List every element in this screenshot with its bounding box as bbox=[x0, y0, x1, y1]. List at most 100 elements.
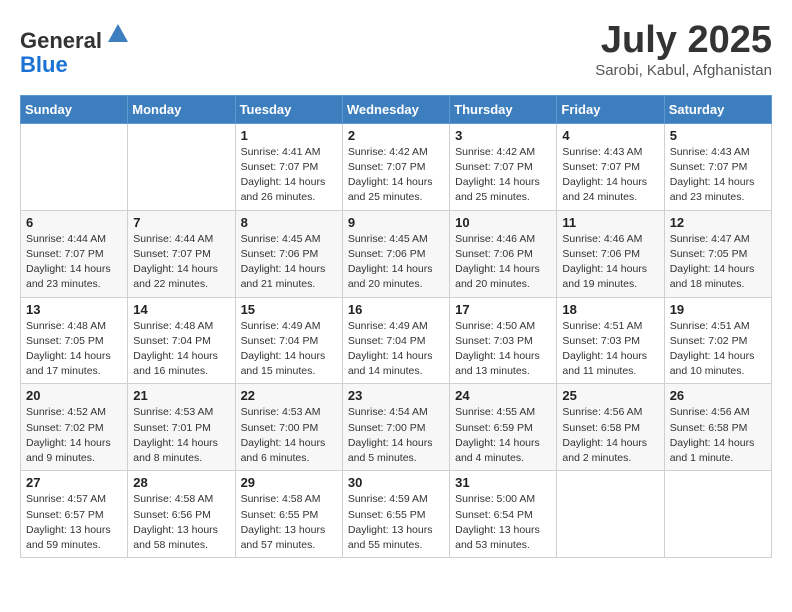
day-detail: Sunrise: 4:58 AMSunset: 6:56 PMDaylight:… bbox=[133, 492, 229, 553]
day-number: 30 bbox=[348, 475, 444, 490]
col-header-tuesday: Tuesday bbox=[235, 95, 342, 123]
calendar-cell: 14 Sunrise: 4:48 AMSunset: 7:04 PMDayligh… bbox=[128, 297, 235, 384]
calendar-cell: 31 Sunrise: 5:00 AMSunset: 6:54 PMDayligh… bbox=[450, 471, 557, 558]
day-detail: Sunrise: 4:43 AMSunset: 7:07 PMDaylight:… bbox=[670, 145, 766, 206]
calendar-cell: 5 Sunrise: 4:43 AMSunset: 7:07 PMDaylight… bbox=[664, 123, 771, 210]
day-number: 5 bbox=[670, 128, 766, 143]
col-header-sunday: Sunday bbox=[21, 95, 128, 123]
day-number: 25 bbox=[562, 388, 658, 403]
calendar-week-row: 1Sunrise: 4:41 AMSunset: 7:07 PMDaylight… bbox=[21, 123, 772, 210]
calendar-cell: 22Sunrise: 4:53 AMSunset: 7:00 PMDayligh… bbox=[235, 384, 342, 471]
calendar-cell: 15 Sunrise: 4:49 AMSunset: 7:04 PMDayligh… bbox=[235, 297, 342, 384]
day-detail: Sunrise: 4:54 AMSunset: 7:00 PMDaylight:… bbox=[348, 405, 444, 466]
day-number: 8 bbox=[241, 215, 337, 230]
logo-icon bbox=[104, 20, 132, 48]
day-detail: Sunrise: 4:45 AMSunset: 7:06 PMDaylight:… bbox=[348, 232, 444, 293]
col-header-wednesday: Wednesday bbox=[342, 95, 449, 123]
day-detail: Sunrise: 4:45 AMSunset: 7:06 PMDaylight:… bbox=[241, 232, 337, 293]
calendar-cell: 2 Sunrise: 4:42 AMSunset: 7:07 PMDaylight… bbox=[342, 123, 449, 210]
col-header-saturday: Saturday bbox=[664, 95, 771, 123]
day-number: 27 bbox=[26, 475, 122, 490]
calendar-week-row: 13 Sunrise: 4:48 AMSunset: 7:05 PMDayligh… bbox=[21, 297, 772, 384]
month-title: July 2025 bbox=[595, 20, 772, 62]
day-number: 24 bbox=[455, 388, 551, 403]
day-number: 21 bbox=[133, 388, 229, 403]
day-detail: Sunrise: 5:00 AMSunset: 6:54 PMDaylight:… bbox=[455, 492, 551, 553]
calendar-cell: 16 Sunrise: 4:49 AMSunset: 7:04 PMDayligh… bbox=[342, 297, 449, 384]
calendar-cell bbox=[664, 471, 771, 558]
calendar-header-row: SundayMondayTuesdayWednesdayThursdayFrid… bbox=[21, 95, 772, 123]
day-number: 23 bbox=[348, 388, 444, 403]
day-detail: Sunrise: 4:44 AMSunset: 7:07 PMDaylight:… bbox=[133, 232, 229, 293]
calendar-table: SundayMondayTuesdayWednesdayThursdayFrid… bbox=[20, 95, 772, 558]
col-header-monday: Monday bbox=[128, 95, 235, 123]
calendar-cell: 6 Sunrise: 4:44 AMSunset: 7:07 PMDaylight… bbox=[21, 210, 128, 297]
calendar-cell: 28 Sunrise: 4:58 AMSunset: 6:56 PMDayligh… bbox=[128, 471, 235, 558]
col-header-friday: Friday bbox=[557, 95, 664, 123]
calendar-week-row: 20 Sunrise: 4:52 AMSunset: 7:02 PMDayligh… bbox=[21, 384, 772, 471]
calendar-cell: 26 Sunrise: 4:56 AMSunset: 6:58 PMDayligh… bbox=[664, 384, 771, 471]
day-detail: Sunrise: 4:49 AMSunset: 7:04 PMDaylight:… bbox=[241, 319, 337, 380]
calendar-cell: 13 Sunrise: 4:48 AMSunset: 7:05 PMDayligh… bbox=[21, 297, 128, 384]
calendar-cell: 1Sunrise: 4:41 AMSunset: 7:07 PMDaylight… bbox=[235, 123, 342, 210]
calendar-cell: 27 Sunrise: 4:57 AMSunset: 6:57 PMDayligh… bbox=[21, 471, 128, 558]
day-detail: Sunrise: 4:52 AMSunset: 7:02 PMDaylight:… bbox=[26, 405, 122, 466]
calendar-cell: 11Sunrise: 4:46 AMSunset: 7:06 PMDayligh… bbox=[557, 210, 664, 297]
day-number: 12 bbox=[670, 215, 766, 230]
calendar-cell: 3Sunrise: 4:42 AMSunset: 7:07 PMDaylight… bbox=[450, 123, 557, 210]
day-number: 7 bbox=[133, 215, 229, 230]
calendar-cell: 23 Sunrise: 4:54 AMSunset: 7:00 PMDayligh… bbox=[342, 384, 449, 471]
calendar-cell: 25 Sunrise: 4:56 AMSunset: 6:58 PMDayligh… bbox=[557, 384, 664, 471]
day-number: 6 bbox=[26, 215, 122, 230]
day-number: 31 bbox=[455, 475, 551, 490]
day-number: 16 bbox=[348, 302, 444, 317]
location-subtitle: Sarobi, Kabul, Afghanistan bbox=[595, 62, 772, 79]
day-number: 15 bbox=[241, 302, 337, 317]
day-number: 2 bbox=[348, 128, 444, 143]
calendar-cell: 24 Sunrise: 4:55 AMSunset: 6:59 PMDayligh… bbox=[450, 384, 557, 471]
day-detail: Sunrise: 4:56 AMSunset: 6:58 PMDaylight:… bbox=[670, 405, 766, 466]
calendar-cell: 20 Sunrise: 4:52 AMSunset: 7:02 PMDayligh… bbox=[21, 384, 128, 471]
page-header: General Blue July 2025 Sarobi, Kabul, Af… bbox=[20, 20, 772, 79]
day-detail: Sunrise: 4:59 AMSunset: 6:55 PMDaylight:… bbox=[348, 492, 444, 553]
day-number: 14 bbox=[133, 302, 229, 317]
day-number: 13 bbox=[26, 302, 122, 317]
day-number: 26 bbox=[670, 388, 766, 403]
day-detail: Sunrise: 4:48 AMSunset: 7:04 PMDaylight:… bbox=[133, 319, 229, 380]
calendar-cell: 18Sunrise: 4:51 AMSunset: 7:03 PMDayligh… bbox=[557, 297, 664, 384]
calendar-cell: 21 Sunrise: 4:53 AMSunset: 7:01 PMDayligh… bbox=[128, 384, 235, 471]
calendar-cell: 4Sunrise: 4:43 AMSunset: 7:07 PMDaylight… bbox=[557, 123, 664, 210]
day-number: 9 bbox=[348, 215, 444, 230]
day-number: 22 bbox=[241, 388, 337, 403]
day-detail: Sunrise: 4:55 AMSunset: 6:59 PMDaylight:… bbox=[455, 405, 551, 466]
day-detail: Sunrise: 4:57 AMSunset: 6:57 PMDaylight:… bbox=[26, 492, 122, 553]
day-number: 3 bbox=[455, 128, 551, 143]
day-detail: Sunrise: 4:50 AMSunset: 7:03 PMDaylight:… bbox=[455, 319, 551, 380]
day-detail: Sunrise: 4:56 AMSunset: 6:58 PMDaylight:… bbox=[562, 405, 658, 466]
day-detail: Sunrise: 4:42 AMSunset: 7:07 PMDaylight:… bbox=[348, 145, 444, 206]
day-detail: Sunrise: 4:58 AMSunset: 6:55 PMDaylight:… bbox=[241, 492, 337, 553]
calendar-cell: 29Sunrise: 4:58 AMSunset: 6:55 PMDayligh… bbox=[235, 471, 342, 558]
logo: General Blue bbox=[20, 20, 132, 77]
day-number: 10 bbox=[455, 215, 551, 230]
day-detail: Sunrise: 4:53 AMSunset: 7:01 PMDaylight:… bbox=[133, 405, 229, 466]
day-number: 19 bbox=[670, 302, 766, 317]
day-detail: Sunrise: 4:47 AMSunset: 7:05 PMDaylight:… bbox=[670, 232, 766, 293]
day-number: 1 bbox=[241, 128, 337, 143]
day-detail: Sunrise: 4:43 AMSunset: 7:07 PMDaylight:… bbox=[562, 145, 658, 206]
day-detail: Sunrise: 4:49 AMSunset: 7:04 PMDaylight:… bbox=[348, 319, 444, 380]
calendar-cell: 19Sunrise: 4:51 AMSunset: 7:02 PMDayligh… bbox=[664, 297, 771, 384]
day-number: 28 bbox=[133, 475, 229, 490]
day-detail: Sunrise: 4:44 AMSunset: 7:07 PMDaylight:… bbox=[26, 232, 122, 293]
calendar-cell bbox=[128, 123, 235, 210]
day-detail: Sunrise: 4:51 AMSunset: 7:03 PMDaylight:… bbox=[562, 319, 658, 380]
col-header-thursday: Thursday bbox=[450, 95, 557, 123]
logo-blue: Blue bbox=[20, 52, 68, 77]
day-detail: Sunrise: 4:48 AMSunset: 7:05 PMDaylight:… bbox=[26, 319, 122, 380]
calendar-week-row: 27 Sunrise: 4:57 AMSunset: 6:57 PMDayligh… bbox=[21, 471, 772, 558]
calendar-cell bbox=[557, 471, 664, 558]
day-number: 11 bbox=[562, 215, 658, 230]
calendar-cell: 30 Sunrise: 4:59 AMSunset: 6:55 PMDayligh… bbox=[342, 471, 449, 558]
day-number: 20 bbox=[26, 388, 122, 403]
calendar-week-row: 6 Sunrise: 4:44 AMSunset: 7:07 PMDaylight… bbox=[21, 210, 772, 297]
